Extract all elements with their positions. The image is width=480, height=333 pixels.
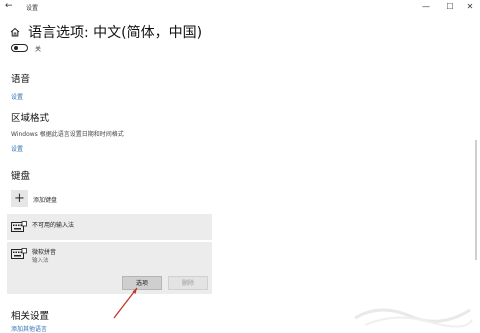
region-settings-link[interactable]: 设置 [11, 144, 23, 153]
window-title: 设置 [26, 5, 39, 12]
speech-heading: 语音 [11, 74, 31, 85]
keyboard-heading: 键盘 [11, 171, 31, 182]
related-settings-heading: 相关设置 [11, 311, 50, 322]
speech-settings-link[interactable]: 设置 [11, 92, 23, 101]
off-toggle[interactable] [11, 44, 28, 52]
annotation-arrow-icon [113, 287, 138, 319]
close-button[interactable]: ✕ [460, 0, 480, 14]
region-format-description: Windows 根据此语言设置日期和时间格式 [11, 131, 124, 138]
add-other-language-link[interactable]: 添加其他语言 [11, 324, 47, 333]
toggle-knob [14, 46, 18, 50]
keyboard-item-unavailable[interactable]: 不可用的输入法 [7, 214, 212, 240]
home-icon[interactable] [10, 27, 20, 37]
title-bar: ← 设置 — ☐ ✕ [0, 0, 480, 14]
keyboard-icon [11, 248, 27, 259]
keyboard-item-sublabel: 输入法 [32, 258, 49, 264]
back-arrow-icon[interactable]: ← [5, 1, 13, 11]
page-title: 语言选项: 中文(简体，中国) [28, 25, 203, 41]
plus-icon: + [14, 191, 25, 206]
add-keyboard-label[interactable]: 添加键盘 [33, 195, 57, 204]
scrollbar[interactable] [475, 140, 477, 260]
region-format-heading: 区域格式 [11, 113, 50, 124]
add-keyboard-button[interactable]: + [11, 190, 28, 207]
toggle-state-label: 关 [35, 46, 42, 53]
keyboard-item-label: 不可用的输入法 [32, 222, 75, 229]
minimize-button[interactable]: — [416, 0, 436, 14]
watermark-decoration [354, 308, 473, 328]
keyboard-icon [11, 221, 27, 232]
keyboard-item-label: 微软拼音 [32, 249, 57, 256]
maximize-button[interactable]: ☐ [440, 0, 460, 14]
delete-button[interactable]: 删除 [168, 276, 208, 290]
